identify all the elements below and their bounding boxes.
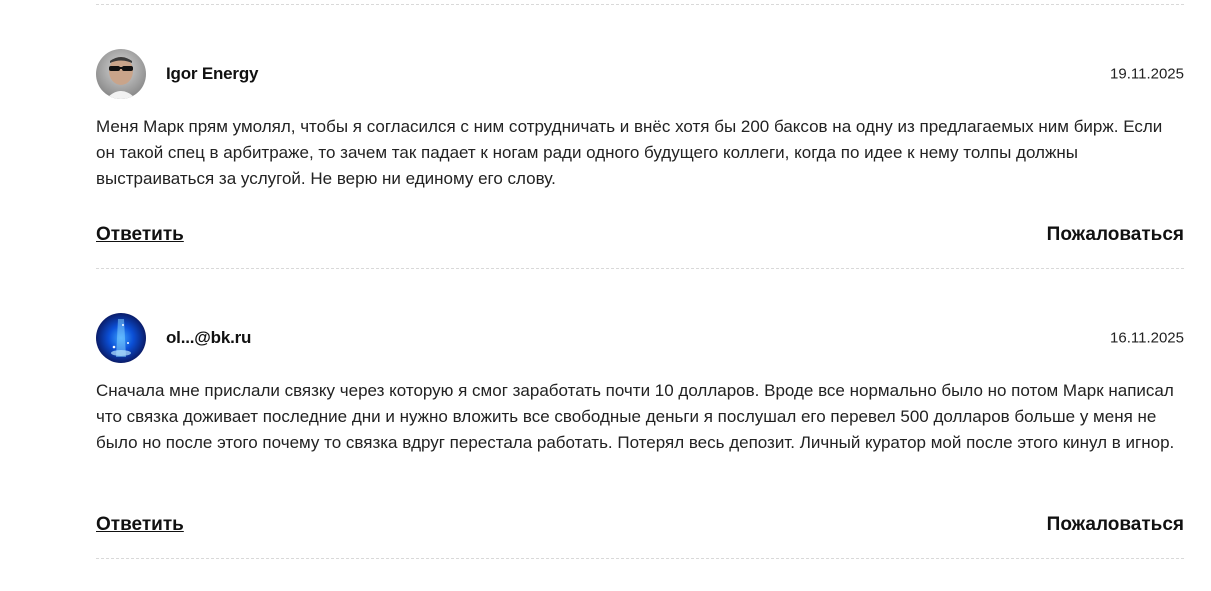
divider xyxy=(96,4,1184,5)
author-name: Igor Energy xyxy=(166,64,259,83)
avatar xyxy=(96,49,146,99)
comment-date: 16.11.2025 xyxy=(1110,329,1184,347)
author-name: ol...@bk.ru xyxy=(166,328,252,347)
comment-text: Меня Марк прям умолял, чтобы я согласилс… xyxy=(96,117,1163,188)
reply-link[interactable]: Ответить xyxy=(96,514,184,536)
divider xyxy=(96,268,1184,269)
comment-actions: Ответить Пожаловаться xyxy=(96,514,1184,536)
comment-actions: Ответить Пожаловаться xyxy=(96,224,1184,246)
avatar xyxy=(96,313,146,363)
comment-text: Сначала мне прислали связку через котору… xyxy=(96,381,1175,452)
complain-link[interactable]: Пожаловаться xyxy=(1047,224,1184,246)
avatar-photo-icon xyxy=(111,319,131,357)
reply-link[interactable]: Ответить xyxy=(96,224,184,246)
comment-item: ol...@bk.ru 16.11.2025 Сначала мне присл… xyxy=(96,312,1184,559)
comment-header: Igor Energy 19.11.2025 xyxy=(96,48,1184,100)
complain-link[interactable]: Пожаловаться xyxy=(1047,514,1184,536)
divider xyxy=(96,558,1184,559)
comment-item: Igor Energy 19.11.2025 Меня Марк прям ум… xyxy=(96,48,1184,269)
comment-header: ol...@bk.ru 16.11.2025 xyxy=(96,312,1184,364)
avatar-photo-icon xyxy=(106,57,136,99)
comment-date: 19.11.2025 xyxy=(1110,65,1184,83)
